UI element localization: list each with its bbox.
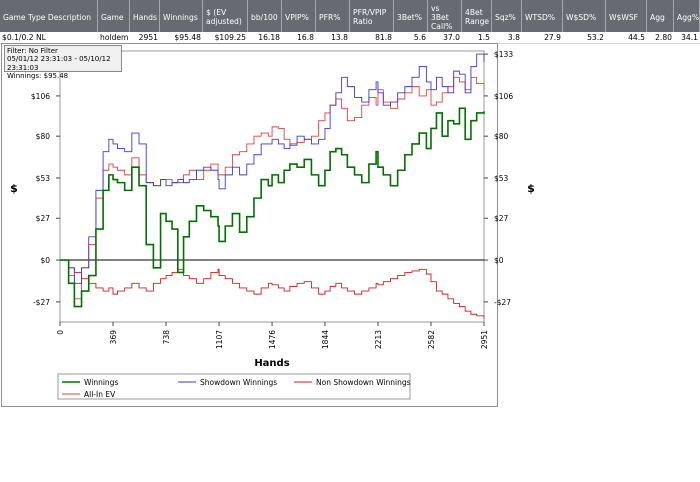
- y-axis-label-right: $: [527, 182, 535, 195]
- x-tick-label: 1107: [215, 330, 224, 349]
- filter-label: Filter: No Filter: [7, 47, 58, 55]
- y-tick-label-right: $0: [494, 256, 504, 265]
- y-tick-label-right: $53: [494, 174, 509, 183]
- x-tick-label: 2582: [427, 330, 436, 349]
- x-tick-label: 0: [56, 330, 65, 335]
- y-tick-label-left: -$27: [33, 298, 50, 307]
- filter-info-box: Filter: No Filter 05/01/12 23:31:03 - 05…: [4, 45, 122, 80]
- x-tick-label: 1476: [268, 330, 277, 349]
- x-tick-label: 2213: [374, 330, 383, 349]
- y-tick-label-left: $0: [40, 256, 50, 265]
- x-axis-label: Hands: [254, 358, 289, 369]
- y-tick-label-right: $106: [494, 92, 513, 101]
- x-tick-label: 1844: [321, 330, 330, 349]
- date-range-label: 05/01/12 23:31:03 - 05/10/12 23:31:03: [7, 55, 111, 72]
- y-axis-label-left: $: [10, 182, 18, 195]
- legend-label: Showdown Winnings: [200, 378, 277, 387]
- y-tick-label-left: $27: [36, 214, 51, 223]
- legend-label: All-In EV: [84, 390, 116, 399]
- chart-legend: Winnings Showdown Winnings Non Showdown Wi…: [57, 373, 411, 400]
- x-tick-label: 2951: [480, 330, 489, 349]
- x-tick-label: 369: [109, 330, 118, 345]
- y-tick-label-right: $80: [494, 132, 509, 141]
- x-tick-label: 738: [162, 330, 171, 345]
- y-tick-label-right: -$27: [494, 298, 511, 307]
- y-tick-label-left: $80: [36, 132, 51, 141]
- legend-label: Winnings: [84, 378, 118, 387]
- y-tick-label-right: $133: [494, 50, 513, 59]
- legend-label: Non Showdown Winnings: [316, 378, 411, 387]
- y-tick-label-left: $53: [36, 174, 51, 183]
- winnings-label: Winnings: $95.48: [7, 71, 69, 80]
- y-tick-label-left: $106: [31, 92, 50, 101]
- y-tick-label-right: $27: [494, 214, 509, 223]
